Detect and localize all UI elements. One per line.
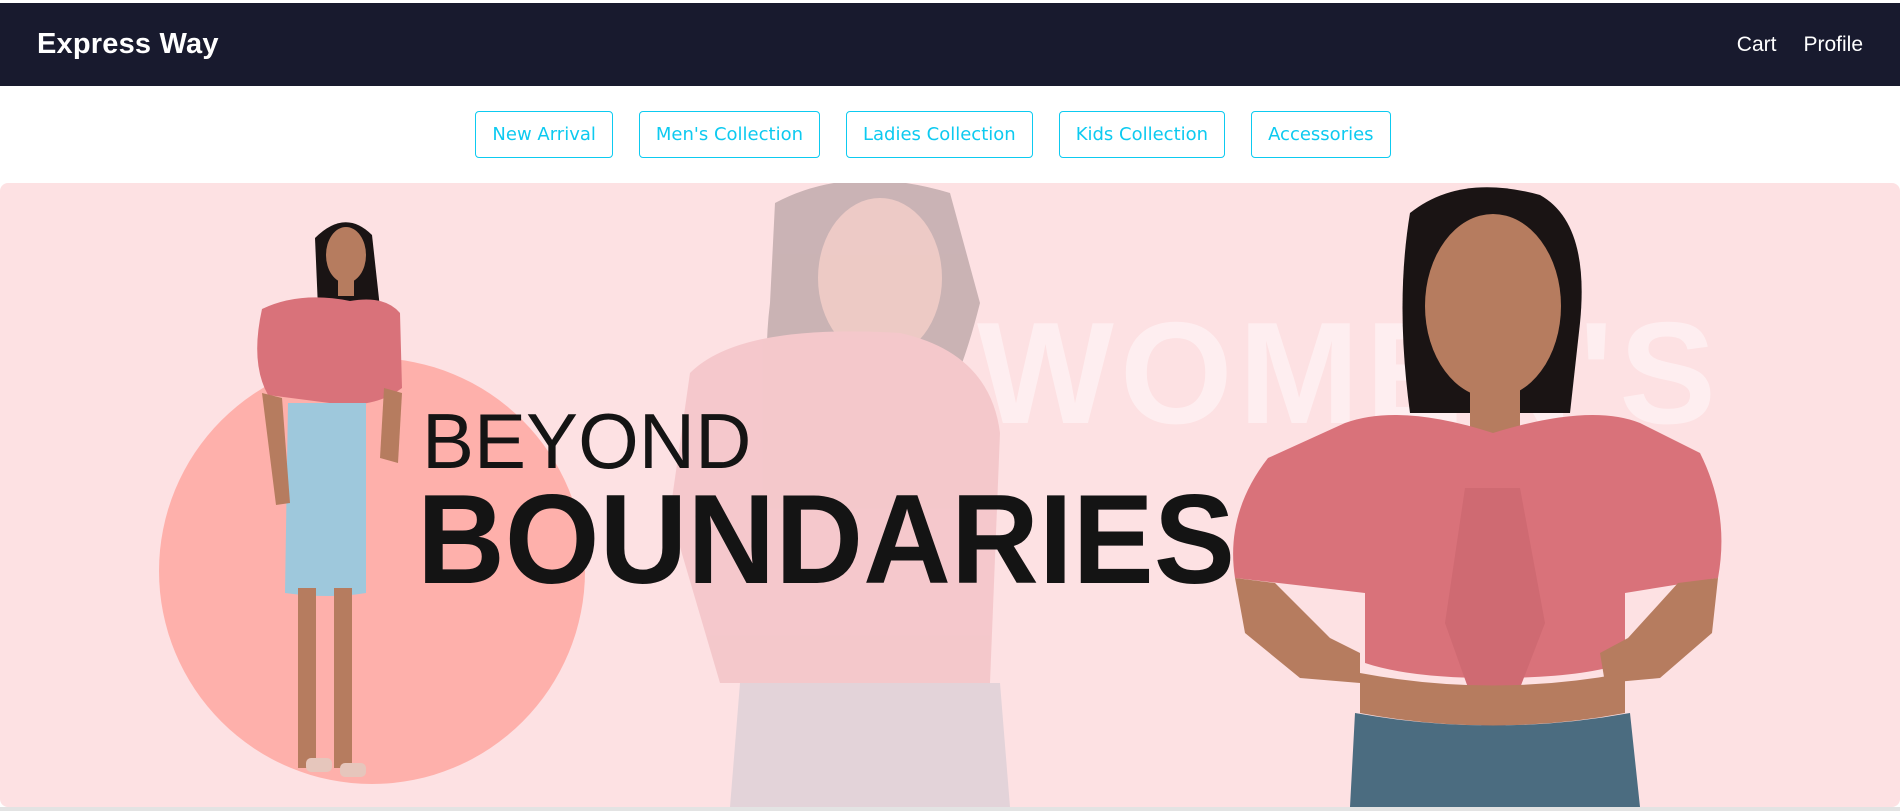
category-bar: New Arrival Men's Collection Ladies Coll…: [0, 86, 1900, 182]
profile-link[interactable]: Profile: [1803, 33, 1863, 57]
ladies-collection-button[interactable]: Ladies Collection: [845, 110, 1033, 158]
hero-banner[interactable]: WOMEN'S BEYOND BOUNDARIES: [0, 183, 1900, 807]
brand-logo[interactable]: Express Way: [37, 28, 219, 61]
page-divider: [0, 807, 1900, 811]
nav-links: Cart Profile: [1737, 33, 1863, 57]
mens-collection-button[interactable]: Men's Collection: [638, 110, 820, 158]
new-arrival-button[interactable]: New Arrival: [475, 110, 613, 158]
accessories-button[interactable]: Accessories: [1251, 110, 1391, 158]
top-navbar: Express Way Cart Profile: [0, 3, 1900, 86]
kids-collection-button[interactable]: Kids Collection: [1058, 110, 1226, 158]
right-model-image: [1233, 187, 1722, 807]
banner-headline-line2: BOUNDARIES: [417, 468, 1235, 610]
banner-artwork: WOMEN'S BEYOND BOUNDARIES: [159, 183, 1722, 807]
cart-link[interactable]: Cart: [1737, 33, 1777, 57]
